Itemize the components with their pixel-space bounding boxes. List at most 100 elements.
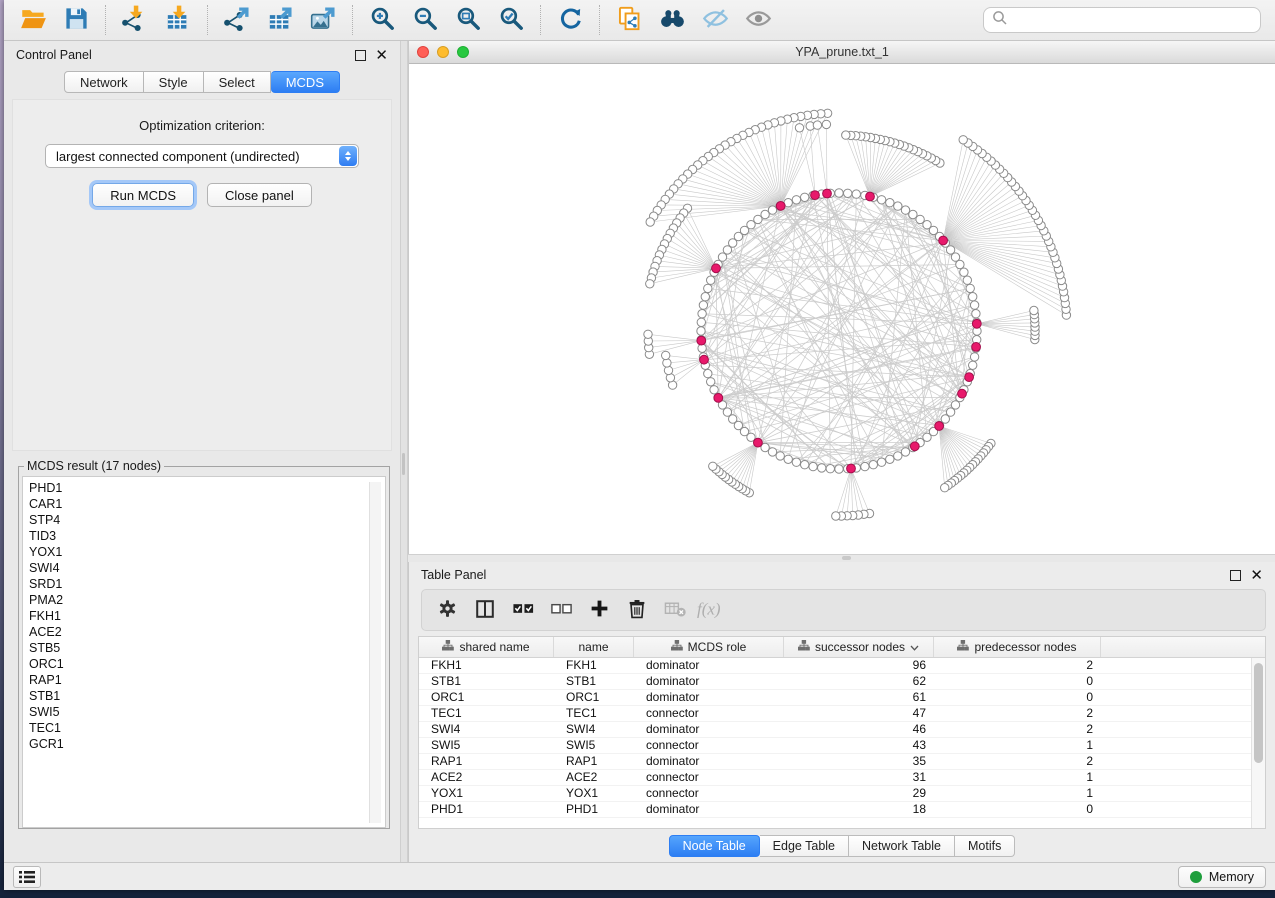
tab-motifs[interactable]: Motifs <box>955 835 1015 857</box>
select-all-rows-button[interactable] <box>508 595 538 625</box>
export-image-button[interactable] <box>310 6 337 35</box>
show-hide-columns-button[interactable] <box>470 595 500 625</box>
table-cell: FKH1 <box>554 658 634 673</box>
mcds-result-item[interactable]: RAP1 <box>29 672 371 688</box>
mcds-result-item[interactable]: STB1 <box>29 688 371 704</box>
zoom-selected-button[interactable] <box>498 6 525 35</box>
mcds-result-item[interactable]: SRD1 <box>29 576 371 592</box>
tab-style[interactable]: Style <box>144 71 204 93</box>
optimization-criterion-select[interactable]: largest connected component (undirected) <box>45 144 359 168</box>
memory-label: Memory <box>1209 870 1254 884</box>
memory-button[interactable]: Memory <box>1178 866 1266 888</box>
table-header-row: shared namenameMCDS rolesuccessor nodesp… <box>419 637 1265 658</box>
mcds-result-item[interactable]: GCR1 <box>29 736 371 752</box>
zoom-in-button[interactable] <box>369 6 396 35</box>
find-button[interactable] <box>659 6 686 35</box>
table-cell: 46 <box>784 722 934 737</box>
mcds-result-item[interactable]: YOX1 <box>29 544 371 560</box>
delete-columns-button[interactable] <box>622 595 652 625</box>
copy-network-button[interactable] <box>616 6 643 35</box>
deselect-all-rows-button[interactable] <box>546 595 576 625</box>
open-file-button[interactable] <box>20 6 47 35</box>
mcds-result-item[interactable]: ORC1 <box>29 656 371 672</box>
table-cell: dominator <box>634 690 784 705</box>
column-header-MCDS-role[interactable]: MCDS role <box>634 637 784 657</box>
zoom-out-icon <box>412 5 439 35</box>
zoom-fit-button[interactable] <box>455 6 482 35</box>
mcds-result-item[interactable]: FKH1 <box>29 608 371 624</box>
export-table-button[interactable] <box>267 6 294 35</box>
table-row[interactable]: YOX1YOX1connector291 <box>419 786 1265 802</box>
task-history-button[interactable] <box>13 866 41 888</box>
float-panel-icon[interactable] <box>355 50 366 61</box>
zoom-out-button[interactable] <box>412 6 439 35</box>
close-panel-button[interactable]: Close panel <box>207 183 312 207</box>
result-list-scrollbar[interactable] <box>369 482 381 823</box>
tab-edge-table[interactable]: Edge Table <box>760 835 849 857</box>
create-column-button[interactable] <box>584 595 614 625</box>
table-row[interactable]: TEC1TEC1connector472 <box>419 706 1265 722</box>
horizontal-splitter[interactable] <box>408 554 1275 562</box>
vertical-splitter[interactable] <box>400 41 408 862</box>
column-header-successor-nodes[interactable]: successor nodes <box>784 637 934 657</box>
tab-network[interactable]: Network <box>64 71 144 93</box>
table-scrollbar-thumb[interactable] <box>1254 663 1263 763</box>
table-mode-gear-button[interactable] <box>432 595 462 625</box>
import-table-button[interactable] <box>165 6 192 35</box>
table-cell-filler <box>1101 770 1265 785</box>
table-cell: SWI4 <box>419 722 554 737</box>
search-input[interactable] <box>1014 12 1260 29</box>
table-cell: 0 <box>934 674 1101 689</box>
table-row[interactable]: STB1STB1dominator620 <box>419 674 1265 690</box>
table-row[interactable]: ACE2ACE2connector311 <box>419 770 1265 786</box>
mcds-result-item[interactable]: TID3 <box>29 528 371 544</box>
show-all-button[interactable] <box>745 6 772 35</box>
save-session-button[interactable] <box>63 6 90 35</box>
column-header-shared-name[interactable]: shared name <box>419 637 554 657</box>
tab-network-table[interactable]: Network Table <box>849 835 955 857</box>
mcds-result-item[interactable]: TEC1 <box>29 720 371 736</box>
run-mcds-button[interactable]: Run MCDS <box>92 183 194 207</box>
mcds-result-item[interactable]: STB5 <box>29 640 371 656</box>
cytoscape-window: Control Panel ✕ NetworkStyleSelectMCDS O… <box>4 0 1275 890</box>
table-cell: dominator <box>634 722 784 737</box>
table-cell: ORC1 <box>554 690 634 705</box>
main-toolbar <box>4 0 1275 41</box>
tab-node-table[interactable]: Node Table <box>669 835 760 857</box>
table-cell: dominator <box>634 658 784 673</box>
mcds-result-item[interactable]: PMA2 <box>29 592 371 608</box>
table-scrollbar[interactable] <box>1251 658 1265 828</box>
table-panel: Table Panel ✕ f(x) shared namenameMCDS r… <box>408 562 1275 862</box>
column-header-name[interactable]: name <box>554 637 634 657</box>
import-network-button[interactable] <box>122 6 149 35</box>
mcds-result-item[interactable]: SWI5 <box>29 704 371 720</box>
mcds-result-item[interactable]: CAR1 <box>29 496 371 512</box>
namespace-tree-icon <box>798 640 810 654</box>
column-header-predecessor-nodes[interactable]: predecessor nodes <box>934 637 1101 657</box>
mcds-result-item[interactable]: SWI4 <box>29 560 371 576</box>
hide-selected-button[interactable] <box>702 6 729 35</box>
float-table-panel-icon[interactable] <box>1230 570 1241 581</box>
close-table-panel-icon[interactable]: ✕ <box>1250 571 1263 580</box>
export-network-button[interactable] <box>224 6 251 35</box>
zoom-in-icon <box>369 5 396 35</box>
table-row[interactable]: FKH1FKH1dominator962 <box>419 658 1265 674</box>
table-row[interactable]: PHD1PHD1dominator180 <box>419 802 1265 818</box>
table-row[interactable]: ORC1ORC1dominator610 <box>419 690 1265 706</box>
close-panel-icon[interactable]: ✕ <box>375 51 388 60</box>
tab-mcds[interactable]: MCDS <box>271 71 340 93</box>
control-panel: Control Panel ✕ NetworkStyleSelectMCDS O… <box>4 41 400 862</box>
mcds-result-item[interactable]: STP4 <box>29 512 371 528</box>
apply-preferred-layout-button[interactable] <box>557 6 584 35</box>
open-file-icon <box>20 5 47 35</box>
search-box[interactable] <box>983 7 1261 33</box>
tab-select[interactable]: Select <box>204 71 271 93</box>
network-canvas[interactable] <box>409 64 1275 554</box>
mcds-result-item[interactable]: PHD1 <box>29 480 371 496</box>
table-row[interactable]: RAP1RAP1dominator352 <box>419 754 1265 770</box>
mcds-result-list[interactable]: PHD1CAR1STP4TID3YOX1SWI4SRD1PMA2FKH1ACE2… <box>22 476 386 828</box>
mcds-result-item[interactable]: ACE2 <box>29 624 371 640</box>
table-cell: connector <box>634 770 784 785</box>
table-row[interactable]: SWI4SWI4dominator462 <box>419 722 1265 738</box>
table-row[interactable]: SWI5SWI5connector431 <box>419 738 1265 754</box>
